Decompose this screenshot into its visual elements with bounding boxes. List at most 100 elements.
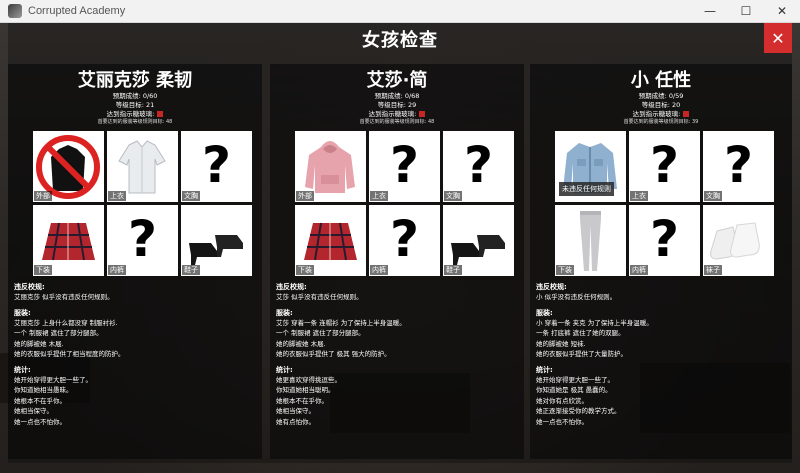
student-stats: 预期成绩: 0/60 等级目标: 21 达到指示糖玻璃: 首要达到的服装等级规则… xyxy=(8,92,262,126)
clothing-slot-shoes[interactable]: 鞋子 xyxy=(181,205,252,276)
student-stats: 预期成绩: 0/68 等级目标: 29 达到指示糖玻璃: 首要达到的服装等级规则… xyxy=(270,92,524,126)
clothing-line: 一个 制服裙 遮住了部分腿部。 xyxy=(14,329,103,337)
section-title-stats: 统计: xyxy=(276,365,293,374)
game-content: 女孩检查 ✕ 艾丽克莎 柔韧 预期成绩: 0/60 等级目标: 21 达到指示糖… xyxy=(0,23,800,473)
indicator-row: 达到指示糖玻璃: xyxy=(530,110,792,119)
clothing-slot-bottom[interactable]: 下装 xyxy=(295,205,366,276)
unknown-question-icon: ? xyxy=(649,136,679,194)
clothing-grid: 未违反任何规则 ? 上衣 ? 文胸 下装 ? 内裤 袜子 xyxy=(555,131,775,278)
clothing-slot-outer[interactable]: 外部 xyxy=(295,131,366,202)
clothing-rule-target: 首要达到的服装等级规则目标: 48 xyxy=(359,119,435,125)
status-indicator xyxy=(419,111,426,117)
stat-line: 你知道她相当聪明。 xyxy=(276,386,335,394)
level-target: 等级目标: 20 xyxy=(641,101,681,109)
section-title-clothing: 服装: xyxy=(276,308,293,317)
clothing-slot-label: 上衣 xyxy=(370,191,388,201)
clothing-slot-bra[interactable]: ? 文胸 xyxy=(181,131,252,202)
clothing-grid: 外部 ? 上衣 ? 文胸 下装 ? 内裤 鞋子 xyxy=(295,131,515,278)
indicator-row: 达到指示糖玻璃: xyxy=(270,110,524,119)
unknown-question-icon: ? xyxy=(389,210,419,268)
student-card: 小 任性 预期成绩: 0/59 等级目标: 20 达到指示糖玻璃: 首要达到的服… xyxy=(530,64,792,459)
clothing-slot-top[interactable]: ? 上衣 xyxy=(369,131,440,202)
stat-line: 你知道她是 极其 愚蠢的。 xyxy=(536,386,612,394)
clothing-slot-bra[interactable]: ? 文胸 xyxy=(703,131,774,202)
close-button[interactable]: ✕ xyxy=(764,23,792,53)
clothing-slot-bottom[interactable]: 下装 xyxy=(555,205,626,276)
violation-text: 小 似乎没有违反任何规则。 xyxy=(536,293,617,301)
violation-text: 艾莎 似乎没有违反任何规则。 xyxy=(276,293,363,301)
clothing-slot-label: 上衣 xyxy=(108,191,126,201)
stat-line: 她一点也不怕你。 xyxy=(536,417,588,426)
clothing-line: 她的衣服似乎提供了大量防护。 xyxy=(536,350,627,358)
clothing-grid: 外部 上衣 ? 文胸 下装 ? 内裤 鞋子 xyxy=(33,131,253,278)
stat-line: 她根本不在乎你。 xyxy=(276,396,328,405)
status-indicator xyxy=(157,111,164,117)
student-stats: 预期成绩: 0/59 等级目标: 20 达到指示糖玻璃: 首要达到的服装等级规则… xyxy=(530,92,792,126)
section-title-clothing: 服装: xyxy=(14,308,31,317)
stat-line: 她根本不在乎你。 xyxy=(14,396,66,405)
stat-line: 你知道她相当愚昧。 xyxy=(14,386,73,394)
clothing-slot-label: 袜子 xyxy=(704,265,722,275)
unknown-question-icon: ? xyxy=(389,136,419,194)
clothing-line: 一条 打底裤 遮住了她的双腿。 xyxy=(536,329,625,337)
stat-line: 她有点怕你。 xyxy=(276,417,315,426)
clothing-slot-outer[interactable]: 未违反任何规则 xyxy=(555,131,626,202)
violation-text: 艾丽克莎 似乎没有违反任何规则。 xyxy=(14,293,114,301)
clothing-slot-label: 文胸 xyxy=(704,191,722,201)
student-description: 违反校规: 艾莎 似乎没有违反任何规则。 服装: 艾莎 穿着一条 连帽衫 为了保… xyxy=(276,282,521,427)
clothing-line: 她的衣服似乎提供了相当程度的防护。 xyxy=(14,350,125,358)
section-title-stats: 统计: xyxy=(14,365,31,374)
student-name: 艾莎·简 xyxy=(366,70,428,91)
clothing-slot-underwear[interactable]: ? 内裤 xyxy=(369,205,440,276)
clothing-slot-label: 文胸 xyxy=(444,191,462,201)
clothing-rule-target: 首要达到的服装等级规则目标: 39 xyxy=(623,119,699,125)
student-card: 艾莎·简 预期成绩: 0/68 等级目标: 29 达到指示糖玻璃: 首要达到的服… xyxy=(270,64,524,459)
clothing-slot-bra[interactable]: ? 文胸 xyxy=(443,131,514,202)
window-titlebar: Corrupted Academy — ☐ ✕ xyxy=(0,0,800,23)
stat-line: 她开始穿得更大胆一些了。 xyxy=(14,375,92,384)
clothing-line: 小 穿着一条 夹克 为了保持上半身温暖。 xyxy=(536,318,653,327)
window-close-button[interactable]: ✕ xyxy=(764,0,800,23)
unknown-question-icon: ? xyxy=(649,210,679,268)
stat-line: 她开始穿得更大胆一些了。 xyxy=(536,375,614,384)
clothing-slot-top[interactable]: 上衣 xyxy=(107,131,178,202)
clothing-slot-label: 内裤 xyxy=(370,265,388,275)
clothing-slot-outer[interactable]: 外部 xyxy=(33,131,104,202)
expected-grade: 预期成绩: 0/59 xyxy=(638,92,684,100)
clothing-slot-label: 鞋子 xyxy=(444,265,462,275)
section-title-stats: 统计: xyxy=(536,365,553,374)
indicator-label: 达到指示糖玻璃: xyxy=(368,110,417,118)
clothing-slot-label: 外部 xyxy=(34,191,52,201)
minimize-button[interactable]: — xyxy=(692,0,728,23)
clothing-slot-label: 内裤 xyxy=(108,265,126,275)
clothing-line: 她的脚被她 木屐. xyxy=(276,339,326,348)
student-description: 违反校规: 小 似乎没有违反任何规则。 服装: 小 穿着一条 夹克 为了保持上半… xyxy=(536,282,781,427)
expected-grade: 预期成绩: 0/60 xyxy=(112,92,158,100)
stat-line: 她正逐渐接受你的教学方式。 xyxy=(536,407,621,415)
clothing-slot-bottom[interactable]: 下装 xyxy=(33,205,104,276)
section-title-violation: 违反校规: xyxy=(536,283,567,291)
student-description: 违反校规: 艾丽克莎 似乎没有违反任何规则。 服装: 艾丽克莎 上身什么都没穿 … xyxy=(14,282,259,427)
clothing-slot-label: 上衣 xyxy=(630,191,648,201)
unknown-question-icon: ? xyxy=(723,136,753,194)
indicator-row: 达到指示糖玻璃: xyxy=(8,110,262,119)
section-title-violation: 违反校规: xyxy=(14,283,45,291)
section-title-clothing: 服装: xyxy=(536,308,553,317)
clothing-slot-underwear[interactable]: ? 内裤 xyxy=(629,205,700,276)
clothing-slot-top[interactable]: ? 上衣 xyxy=(629,131,700,202)
clothing-slot-socks[interactable]: 袜子 xyxy=(703,205,774,276)
unknown-question-icon: ? xyxy=(463,136,493,194)
maximize-button[interactable]: ☐ xyxy=(728,0,764,23)
clothing-line: 一个 制服裙 遮住了部分腿部。 xyxy=(276,329,365,337)
page-title: 女孩检查 xyxy=(362,30,438,51)
level-target: 等级目标: 29 xyxy=(377,101,417,109)
tooltip-no-violation: 未违反任何规则 xyxy=(559,182,614,196)
window-title: Corrupted Academy xyxy=(28,5,126,17)
level-target: 等级目标: 21 xyxy=(115,101,155,109)
stat-line: 她更喜欢穿得挑逗些。 xyxy=(276,375,341,384)
indicator-label: 达到指示糖玻璃: xyxy=(106,110,155,118)
clothing-line: 她的脚被她 短袜. xyxy=(536,339,586,348)
clothing-slot-underwear[interactable]: ? 内裤 xyxy=(107,205,178,276)
clothing-slot-shoes[interactable]: 鞋子 xyxy=(443,205,514,276)
status-indicator xyxy=(683,111,690,117)
